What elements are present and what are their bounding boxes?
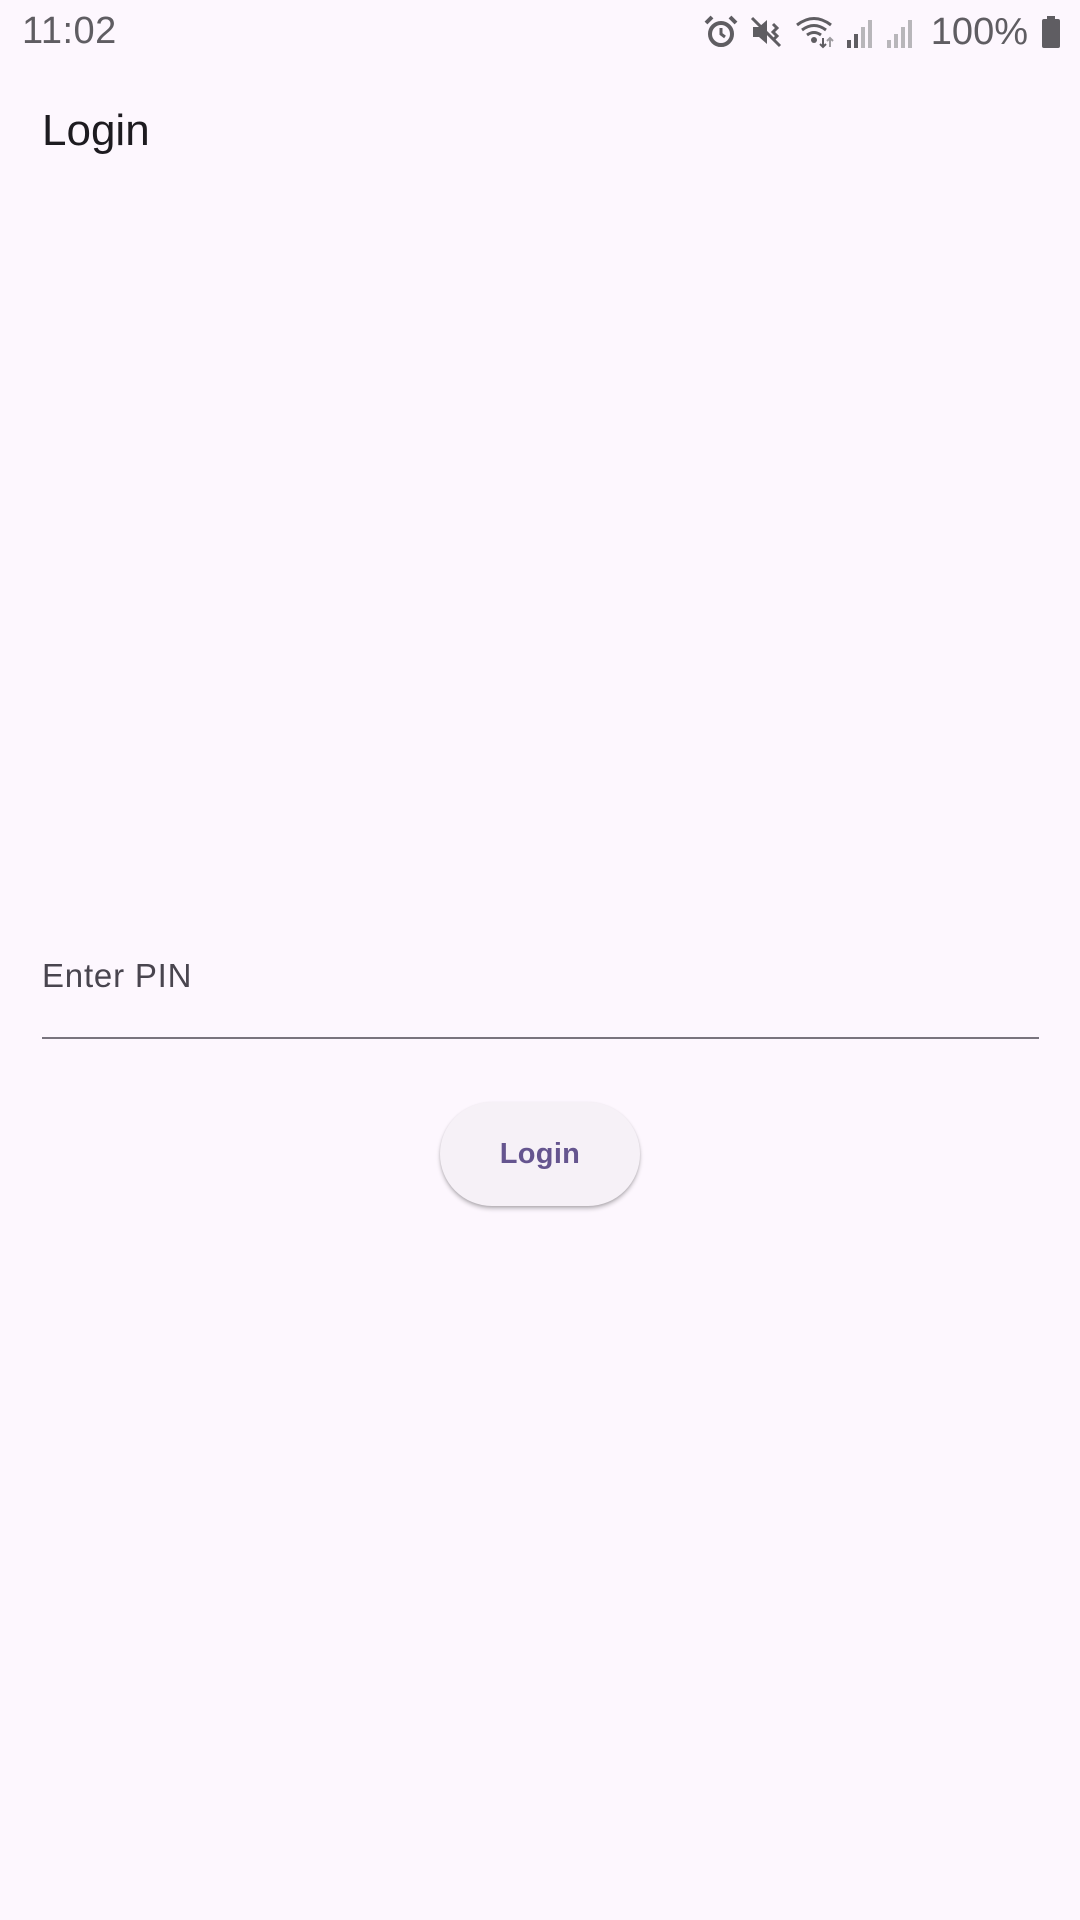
status-time: 11:02	[22, 10, 117, 52]
signal-icon	[845, 14, 875, 50]
signal-icon	[885, 14, 915, 50]
pin-field-underline	[42, 1037, 1039, 1039]
battery-icon	[1040, 14, 1062, 50]
login-button[interactable]: Login	[440, 1102, 640, 1206]
alarm-icon	[703, 14, 739, 50]
mute-icon	[749, 14, 785, 50]
status-icons: 100%	[703, 10, 1062, 54]
battery-percentage: 100%	[930, 10, 1028, 53]
pin-input[interactable]	[42, 935, 1039, 1039]
wifi-icon	[795, 14, 835, 50]
pin-field[interactable]: Enter PIN	[42, 935, 1039, 1039]
page-title: Login	[42, 106, 150, 155]
status-bar: 11:02 100%	[0, 0, 1080, 66]
